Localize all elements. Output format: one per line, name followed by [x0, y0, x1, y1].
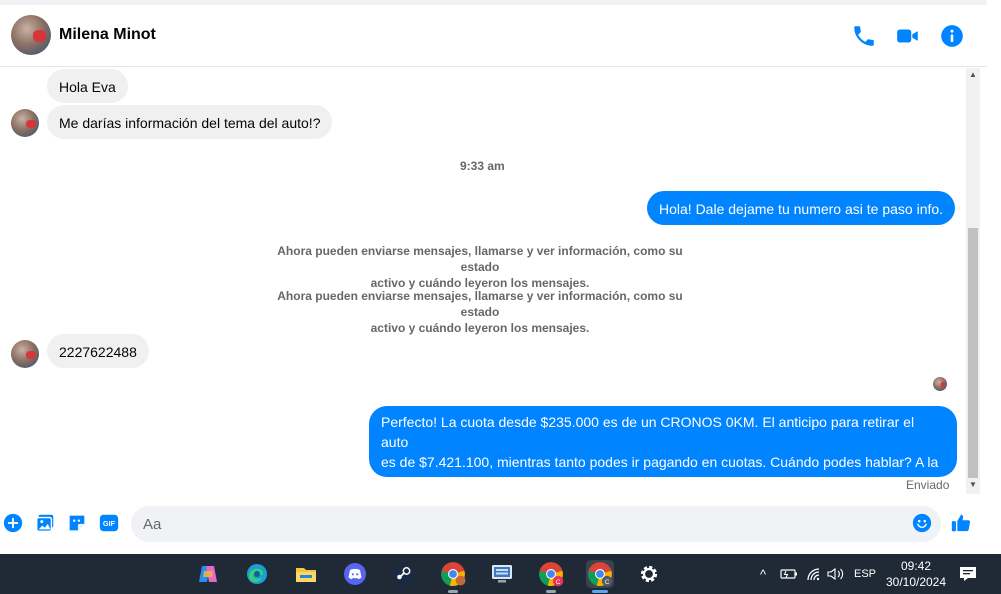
message-bubble-out: Hola! Dale dejame tu numero asi te paso … [647, 191, 956, 225]
system-clock[interactable]: 09:42 30/10/2024 [866, 558, 966, 590]
volume-icon[interactable] [826, 554, 846, 594]
discord-icon[interactable] [341, 560, 369, 588]
settings-icon[interactable] [635, 560, 663, 588]
svg-text:C: C [605, 579, 610, 586]
page-scrollbar[interactable] [987, 0, 1001, 554]
phone-icon[interactable] [851, 23, 877, 49]
image-icon[interactable] [34, 512, 56, 534]
running-indicator [448, 590, 458, 593]
emoji-icon[interactable] [911, 512, 933, 534]
notice-line: activo y cuándo leyeron los mensajes. [370, 321, 590, 335]
info-icon[interactable] [939, 23, 965, 49]
message-line: Perfecto! La cuota desde $235.000 es de … [381, 414, 915, 450]
wifi-icon[interactable] [804, 554, 824, 594]
show-hidden-icons-icon[interactable]: ^ [754, 554, 772, 594]
message-bubble-in: Me darías información del tema del auto!… [47, 105, 333, 139]
running-indicator [546, 590, 556, 593]
gif-label: GIF [103, 519, 116, 528]
notice-line: Ahora pueden enviarse mensajes, llamarse… [277, 244, 683, 274]
sticker-icon[interactable] [66, 512, 88, 534]
message-text: Hola! Dale dejame tu numero asi te paso … [659, 201, 944, 217]
contact-avatar-small[interactable] [11, 340, 39, 368]
notice-line: Ahora pueden enviarse mensajes, llamarse… [277, 289, 683, 319]
active-indicator [592, 590, 608, 593]
add-icon[interactable] [2, 512, 24, 534]
steam-icon[interactable] [389, 560, 417, 588]
contact-avatar-small[interactable] [11, 109, 39, 137]
notifications-icon[interactable] [957, 554, 979, 594]
battery-icon[interactable] [779, 554, 799, 594]
contact-avatar[interactable] [11, 15, 51, 55]
windows-taskbar: C C ^ ESP 09:42 30/10/2024 [0, 554, 1001, 594]
message-bubble-out: Perfecto! La cuota desde $235.000 es de … [369, 406, 957, 490]
message-composer: GIF [0, 502, 1001, 546]
message-text: Me darías información del tema del auto!… [59, 115, 321, 131]
message-input[interactable] [131, 506, 941, 542]
edge-icon[interactable] [243, 560, 271, 588]
message-status: Enviado [906, 478, 950, 492]
scroll-down-arrow[interactable]: ▼ [966, 478, 980, 492]
chat-scrollbar-thumb[interactable] [968, 228, 978, 478]
like-icon[interactable] [950, 512, 972, 534]
chrome-profile-active-icon[interactable]: C [586, 560, 614, 593]
video-camera-icon[interactable] [895, 23, 921, 49]
clock-date: 30/10/2024 [885, 575, 947, 589]
read-receipt-avatar [933, 377, 947, 391]
copilot-icon[interactable] [194, 560, 222, 588]
chrome-icon[interactable] [439, 560, 467, 593]
svg-text:C: C [556, 579, 561, 586]
chat-header: Milena Minot [0, 5, 1001, 67]
message-bubble-in: 2227622488 [47, 334, 149, 368]
remote-desktop-icon[interactable] [488, 560, 516, 588]
system-notice: Ahora pueden enviarse mensajes, llamarse… [260, 243, 700, 291]
clock-time: 09:42 [900, 559, 932, 573]
message-bubble-in: Hola Eva [47, 69, 128, 103]
chrome-profile-icon[interactable]: C [537, 560, 565, 593]
system-notice: Ahora pueden enviarse mensajes, llamarse… [260, 288, 700, 336]
message-text: 2227622488 [59, 344, 137, 360]
message-line: mañana o a la tarde? [381, 474, 514, 490]
message-line: es de $7.421.100, mientras tanto podes i… [381, 454, 939, 470]
scroll-up-arrow[interactable]: ▲ [966, 68, 980, 82]
gif-icon[interactable]: GIF [98, 512, 120, 534]
message-text: Hola Eva [59, 79, 116, 95]
file-explorer-icon[interactable] [292, 560, 320, 588]
message-timestamp: 9:33 am [460, 159, 505, 173]
message-list[interactable]: Hola Eva Me darías información del tema … [0, 68, 964, 500]
contact-name[interactable]: Milena Minot [59, 26, 156, 44]
